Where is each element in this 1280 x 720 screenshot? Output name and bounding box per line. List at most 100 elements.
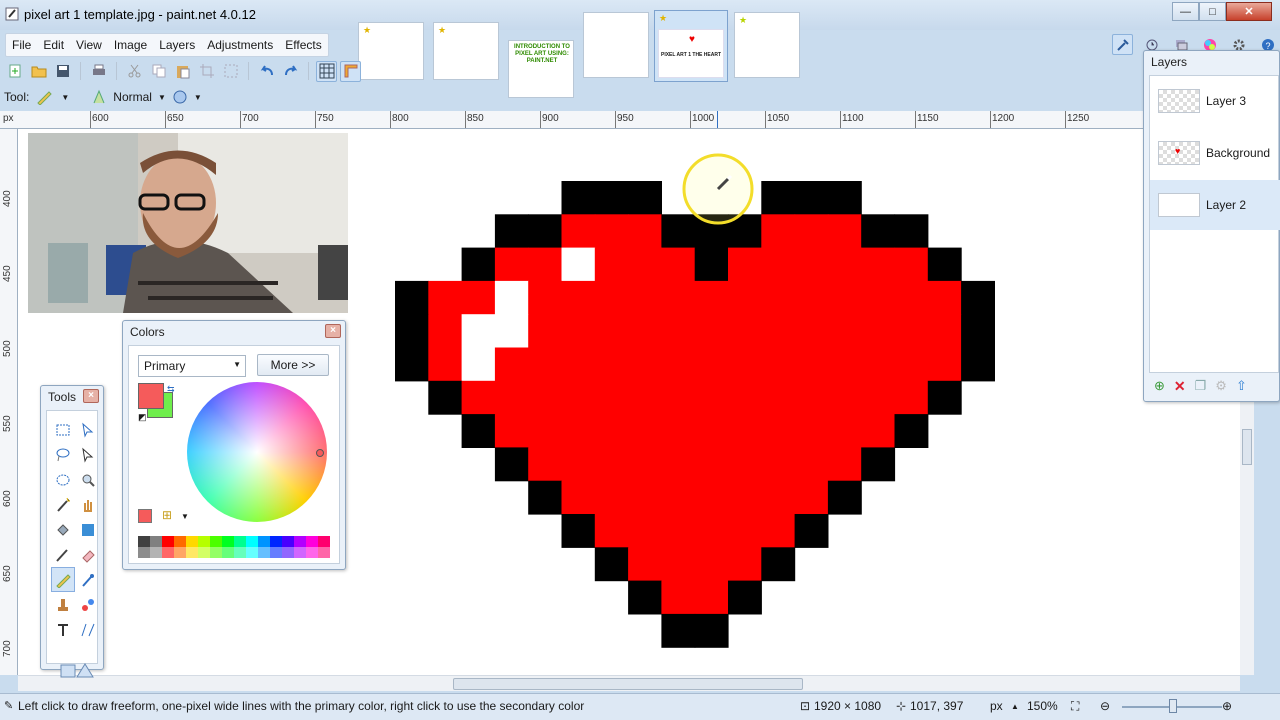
selection-mode-icon[interactable] bbox=[172, 89, 188, 105]
palette-swatch[interactable] bbox=[258, 536, 270, 547]
cut-scissors-icon[interactable] bbox=[124, 61, 145, 82]
palette-swatch[interactable] bbox=[174, 536, 186, 547]
layer-row-layer-3[interactable]: Layer 3 bbox=[1150, 76, 1280, 126]
palette-swatch[interactable] bbox=[210, 547, 222, 558]
palette-swatch[interactable] bbox=[138, 547, 150, 558]
palette-swatch[interactable] bbox=[294, 547, 306, 558]
palette-swatch[interactable] bbox=[162, 547, 174, 558]
color-wheel[interactable] bbox=[187, 382, 327, 522]
shapes-tool-icon[interactable] bbox=[59, 661, 95, 684]
units-chevron-up-icon[interactable]: ▲ bbox=[1011, 702, 1019, 711]
paint-bucket-icon[interactable] bbox=[51, 517, 75, 542]
primary-secondary-select[interactable]: Primary ▼ bbox=[138, 355, 246, 377]
palette-swatch[interactable] bbox=[246, 547, 258, 558]
clone-stamp-icon[interactable] bbox=[51, 592, 75, 617]
pencil-tool-selected-icon[interactable] bbox=[51, 567, 75, 592]
move-layer-up-icon[interactable]: ⇧ bbox=[1236, 378, 1247, 395]
palette-swatch[interactable] bbox=[270, 536, 282, 547]
selection-dropdown-chevron-icon[interactable]: ▼ bbox=[194, 93, 202, 102]
zoom-level[interactable]: 150% bbox=[1027, 699, 1058, 713]
palette-swatch[interactable] bbox=[210, 536, 222, 547]
blend-mode-select[interactable]: Normal bbox=[113, 90, 152, 104]
palette-swatch[interactable] bbox=[150, 547, 162, 558]
palette-swatch[interactable] bbox=[258, 547, 270, 558]
zoom-in-icon[interactable]: ⊕ bbox=[1222, 699, 1232, 713]
palette-swatch[interactable] bbox=[306, 536, 318, 547]
units-select[interactable]: px bbox=[990, 699, 1003, 713]
zoom-icon[interactable] bbox=[76, 467, 100, 492]
palette-swatch[interactable] bbox=[246, 536, 258, 547]
palette-swatch[interactable] bbox=[186, 547, 198, 558]
color-wheel-marker[interactable] bbox=[316, 449, 324, 457]
menu-adjustments[interactable]: Adjustments bbox=[201, 34, 279, 56]
tools-close-icon[interactable]: × bbox=[83, 389, 99, 403]
close-button[interactable]: ✕ bbox=[1226, 2, 1272, 21]
image-tab-3[interactable]: INTRODUCTION TO PIXEL ART USING: PAINT.N… bbox=[508, 40, 574, 98]
add-to-palette-icon[interactable] bbox=[138, 509, 152, 523]
add-layer-icon[interactable]: ⊕ bbox=[1154, 378, 1165, 395]
pan-hand-icon[interactable] bbox=[76, 492, 100, 517]
palette-swatch[interactable] bbox=[234, 547, 246, 558]
color-palette[interactable] bbox=[138, 536, 330, 558]
palette-swatch[interactable] bbox=[318, 547, 330, 558]
delete-layer-icon[interactable]: ✕ bbox=[1174, 378, 1186, 395]
palette-swatch[interactable] bbox=[222, 547, 234, 558]
copy-icon[interactable] bbox=[148, 61, 169, 82]
palette-swatch[interactable] bbox=[282, 547, 294, 558]
rulers-icon[interactable] bbox=[340, 60, 361, 82]
palette-swatch[interactable] bbox=[294, 536, 306, 547]
image-tab-6[interactable]: ★ bbox=[734, 12, 800, 78]
zoom-slider-thumb[interactable] bbox=[1169, 699, 1177, 713]
image-tab-5-active[interactable]: ★ ♥ PIXEL ART 1 THE HEART bbox=[654, 10, 728, 82]
layer-row-layer-2-selected[interactable]: Layer 2 bbox=[1150, 180, 1280, 230]
primary-color-swatch[interactable] bbox=[138, 383, 164, 409]
zoom-to-window-icon[interactable]: ⛶ bbox=[1071, 699, 1079, 714]
palette-swatch[interactable] bbox=[186, 536, 198, 547]
ellipse-select-icon[interactable] bbox=[51, 467, 75, 492]
palette-swatch[interactable] bbox=[306, 547, 318, 558]
text-tool-icon[interactable] bbox=[51, 617, 75, 642]
undo-icon[interactable] bbox=[256, 61, 277, 82]
tool-dropdown-chevron-icon[interactable]: ▼ bbox=[61, 93, 69, 102]
move-selection-icon[interactable] bbox=[76, 442, 100, 467]
palette-swatch[interactable] bbox=[162, 536, 174, 547]
redo-icon[interactable] bbox=[280, 61, 301, 82]
palette-swatch[interactable] bbox=[270, 547, 282, 558]
image-tab-2[interactable]: ★ bbox=[433, 22, 499, 80]
blend-dropdown-chevron-icon[interactable]: ▼ bbox=[158, 93, 166, 102]
print-icon[interactable] bbox=[88, 61, 109, 82]
recolor-icon[interactable] bbox=[76, 592, 100, 617]
palette-swatch[interactable] bbox=[150, 536, 162, 547]
vertical-scroll-thumb[interactable] bbox=[1242, 429, 1252, 465]
eraser-icon[interactable] bbox=[76, 542, 100, 567]
rectangle-select-icon[interactable] bbox=[51, 417, 75, 442]
menu-view[interactable]: View bbox=[70, 34, 108, 56]
new-image-icon[interactable] bbox=[4, 61, 25, 82]
colors-close-icon[interactable]: × bbox=[325, 324, 341, 338]
tools-toggle-icon[interactable] bbox=[1112, 34, 1133, 55]
swap-colors-icon[interactable]: ⇆ bbox=[167, 384, 175, 395]
layer-row-background[interactable]: ♥ Background bbox=[1150, 128, 1280, 178]
palette-swatch[interactable] bbox=[174, 547, 186, 558]
horizontal-scroll-thumb[interactable] bbox=[453, 678, 803, 690]
menu-layers[interactable]: Layers bbox=[153, 34, 201, 56]
image-tab-1[interactable]: ★ bbox=[358, 22, 424, 80]
reset-colors-icon[interactable]: ◩ bbox=[138, 412, 147, 423]
palette-chevron-down-icon[interactable]: ▼ bbox=[181, 512, 189, 521]
palette-swatch[interactable] bbox=[318, 536, 330, 547]
minimize-button[interactable]: — bbox=[1172, 2, 1199, 21]
palette-swatch[interactable] bbox=[138, 536, 150, 547]
horizontal-scrollbar[interactable] bbox=[18, 675, 1240, 691]
more-colors-button[interactable]: More >> bbox=[257, 354, 329, 376]
palette-swatch[interactable] bbox=[222, 536, 234, 547]
paintbrush-icon[interactable] bbox=[51, 542, 75, 567]
palette-swatch[interactable] bbox=[234, 536, 246, 547]
maximize-button[interactable]: □ bbox=[1199, 2, 1226, 21]
menu-image[interactable]: Image bbox=[108, 34, 153, 56]
magic-wand-icon[interactable] bbox=[51, 492, 75, 517]
palette-menu-icon[interactable]: ⊞ bbox=[162, 508, 172, 522]
color-picker-icon[interactable] bbox=[76, 567, 100, 592]
lasso-select-icon[interactable] bbox=[51, 442, 75, 467]
gradient-icon[interactable] bbox=[76, 517, 100, 542]
pencil-tool-icon[interactable] bbox=[35, 89, 55, 105]
